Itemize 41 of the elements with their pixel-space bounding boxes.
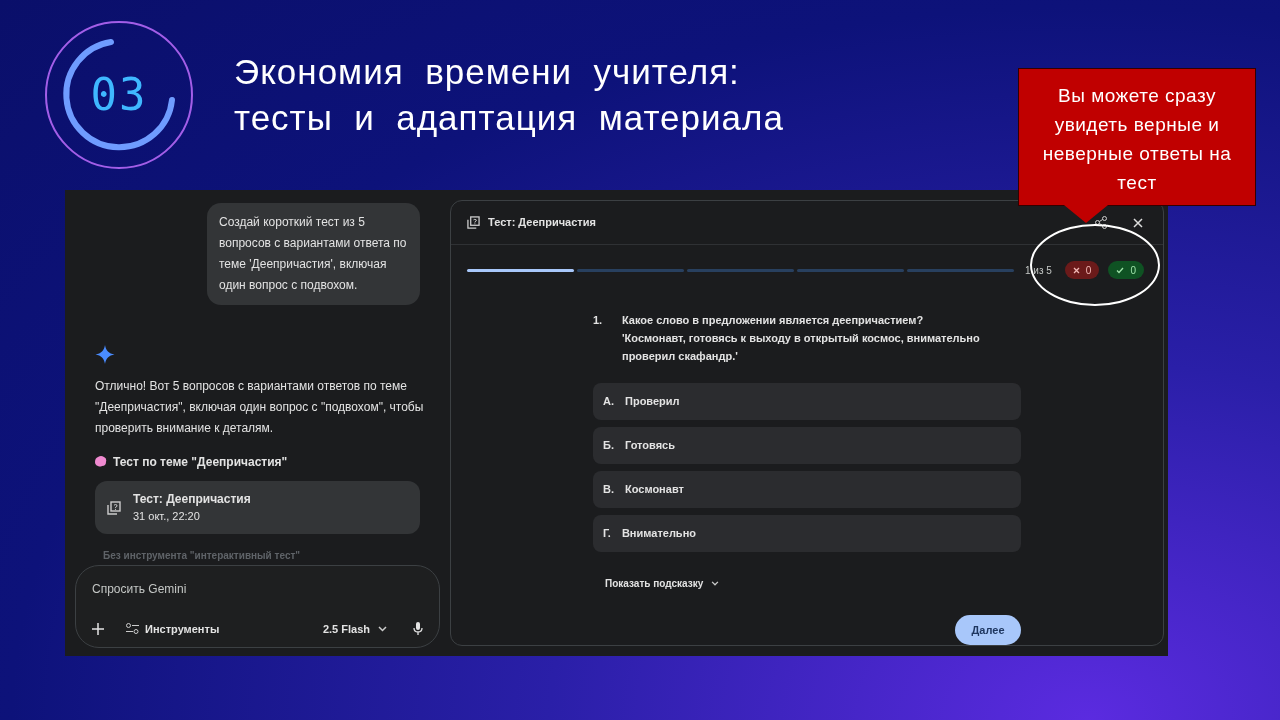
answer-option[interactable]: Г. Внимательно [593, 515, 1021, 552]
answer-option[interactable]: Б. Готовясь [593, 427, 1021, 464]
prompt-field[interactable]: Спросить Gemini Инструменты 2.5 Flash [75, 565, 440, 648]
microphone-icon [413, 621, 423, 636]
answer-option[interactable]: А. Проверил [593, 383, 1021, 420]
plus-icon [92, 622, 104, 635]
quiz-icon [107, 500, 121, 515]
question-text: Какое слово в предложении является деепричастием? [622, 313, 925, 328]
quiz-icon [467, 216, 480, 229]
correct-count-badge: 0 [1108, 261, 1144, 279]
response-text: Отлично! Вот 5 вопросов с вариантами ответов по теме "Деепричастия", включая один вопрос с "подвохом", чтобы проверить внимание к деталям. [95, 377, 425, 437]
step-number: 03 [90, 68, 148, 122]
callout: Вы можете сразу увидеть верные и неверные ответы на тест [1018, 68, 1256, 206]
tools-button[interactable]: Инструменты [126, 620, 220, 637]
answer-option[interactable]: В. Космонавт [593, 471, 1021, 508]
quiz-card[interactable]: Тест: Деепричастия 31 окт., 22:20 [95, 480, 420, 535]
quiz-heading: Тест по теме "Деепричастия" [113, 453, 288, 471]
chevron-down-icon [711, 581, 720, 586]
cross-icon [1072, 266, 1080, 274]
slide-title: тесты и адаптация материала [234, 97, 784, 139]
chevron-down-icon [378, 625, 387, 632]
quiz-card-date: 31 окт., 22:20 [133, 509, 201, 525]
sliders-icon [126, 623, 139, 635]
quiz-card-title: Тест: Деепричастия [133, 491, 251, 509]
note-text: Без инструмента "интерактивный тест" [103, 549, 302, 564]
model-selector[interactable]: 2.5 Flash [322, 620, 387, 637]
callout-pointer [1064, 205, 1108, 223]
hint-toggle[interactable]: Показать подсказку [605, 576, 720, 591]
quiz-title: Тест: Деепричастия [488, 215, 596, 231]
slide-title: Экономия времени учителя: [234, 51, 741, 93]
user-message: Создай короткий тест из 5 вопросов с вариантами ответа по теме 'Деепричастия', включая один вопрос с подвохом. [207, 203, 420, 305]
close-icon [1133, 217, 1143, 228]
question-number: 1. [593, 313, 604, 328]
next-button[interactable]: Далее [955, 615, 1021, 645]
prompt-placeholder: Спросить Gemini [92, 581, 188, 599]
check-icon [1116, 266, 1125, 274]
share-icon [1095, 216, 1107, 229]
wrong-count-badge: 0 [1064, 261, 1100, 279]
question-counter: 1 из 5 [1025, 263, 1052, 278]
question-quote: 'Космонавт, готовясь к выходу в открытый космос, внимательно проверил скафандр.' [622, 331, 981, 364]
sparkle-icon [95, 345, 115, 364]
